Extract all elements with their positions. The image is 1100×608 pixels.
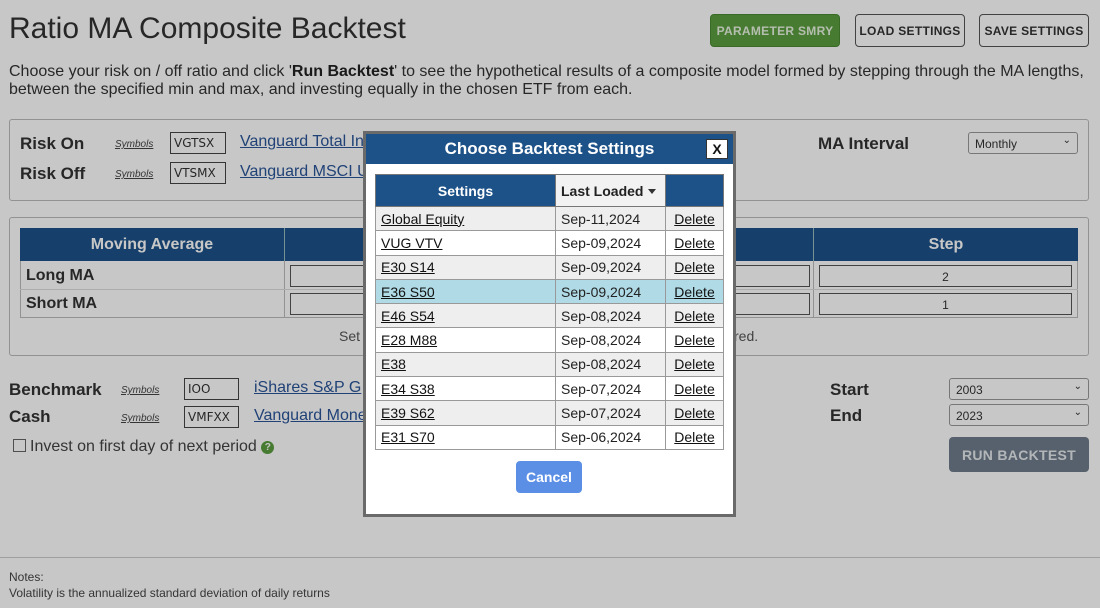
settings-name-link-cell[interactable]: E30 S14	[375, 254, 556, 280]
settings-name-link-cell[interactable]: E31 S70	[375, 424, 556, 450]
last-loaded-date-cell: Sep-07,2024	[555, 376, 666, 402]
settings-name-link-cell[interactable]: E46 S54	[375, 303, 556, 329]
table-row[interactable]: E46 S54 Sep-08,2024 Delete	[375, 303, 724, 329]
table-row[interactable]: E30 S14 Sep-09,2024 Delete	[375, 254, 724, 280]
last-loaded-date-cell: Sep-08,2024	[555, 303, 666, 329]
settings-name-link-cell[interactable]: E28 M88	[375, 327, 556, 353]
delete-link[interactable]: Delete	[674, 429, 714, 445]
delete-link-cell[interactable]: Delete	[665, 278, 724, 305]
last-loaded-date: Sep-07,2024	[561, 405, 642, 422]
settings-name-link-cell[interactable]: E36 S50	[375, 278, 556, 305]
delete-link-cell[interactable]: Delete	[665, 376, 724, 402]
settings-name-link[interactable]: Global Equity	[381, 211, 464, 227]
delete-link-cell[interactable]: Delete	[665, 254, 724, 280]
delete-link-cell[interactable]: Delete	[665, 303, 724, 329]
settings-name-link-cell[interactable]: VUG VTV	[375, 230, 556, 256]
delete-link[interactable]: Delete	[674, 332, 714, 348]
last-loaded-date: Sep-09,2024	[561, 234, 642, 251]
last-loaded-date-cell: Sep-06,2024	[555, 424, 666, 450]
delete-link-cell[interactable]: Delete	[665, 351, 724, 378]
modal-title: Choose Backtest Settings	[366, 134, 733, 164]
last-loaded-date: Sep-07,2024	[561, 380, 642, 397]
settings-name-link[interactable]: E31 S70	[381, 429, 435, 445]
settings-name-link-cell[interactable]: E39 S62	[375, 400, 556, 426]
delete-link-cell[interactable]: Delete	[665, 205, 724, 232]
table-row[interactable]: E34 S38 Sep-07,2024 Delete	[375, 376, 724, 402]
cancel-button[interactable]: Cancel	[516, 461, 582, 493]
settings-column-header[interactable]: Settings	[375, 174, 556, 207]
delete-link-cell[interactable]: Delete	[665, 327, 724, 353]
last-loaded-date: Sep-08,2024	[561, 307, 642, 324]
close-icon[interactable]: X	[706, 139, 728, 159]
delete-link[interactable]: Delete	[674, 405, 714, 421]
last-loaded-column-header[interactable]: Last Loaded	[555, 174, 666, 207]
last-loaded-date: Sep-08,2024	[561, 332, 642, 349]
table-row[interactable]: Global Equity Sep-11,2024 Delete	[375, 205, 724, 232]
action-column-header	[665, 174, 724, 207]
last-loaded-date: Sep-08,2024	[561, 356, 642, 373]
last-loaded-date: Sep-09,2024	[561, 283, 642, 300]
settings-name-link[interactable]: E46 S54	[381, 308, 435, 324]
delete-link[interactable]: Delete	[674, 235, 714, 251]
last-loaded-date-cell: Sep-08,2024	[555, 351, 666, 378]
settings-name-link[interactable]: E36 S50	[381, 284, 435, 300]
last-loaded-date-cell: Sep-09,2024	[555, 230, 666, 256]
delete-link[interactable]: Delete	[674, 259, 714, 275]
last-loaded-date-cell: Sep-09,2024	[555, 278, 666, 305]
choose-settings-modal: Choose Backtest Settings X Settings Last…	[363, 131, 736, 517]
table-row[interactable]: VUG VTV Sep-09,2024 Delete	[375, 230, 724, 256]
delete-link-cell[interactable]: Delete	[665, 230, 724, 256]
delete-link[interactable]: Delete	[674, 381, 714, 397]
settings-name-link-cell[interactable]: Global Equity	[375, 205, 556, 232]
delete-link[interactable]: Delete	[674, 308, 714, 324]
settings-name-link[interactable]: E30 S14	[381, 259, 435, 275]
delete-link[interactable]: Delete	[674, 284, 714, 300]
delete-link[interactable]: Delete	[674, 356, 714, 372]
table-row[interactable]: E38 Sep-08,2024 Delete	[375, 351, 724, 378]
settings-name-link[interactable]: E39 S62	[381, 405, 435, 421]
settings-name-link[interactable]: E28 M88	[381, 332, 437, 348]
settings-name-link-cell[interactable]: E38	[375, 351, 556, 378]
last-loaded-date-cell: Sep-08,2024	[555, 327, 666, 353]
settings-name-link-cell[interactable]: E34 S38	[375, 376, 556, 402]
delete-link-cell[interactable]: Delete	[665, 424, 724, 450]
settings-table: Settings Last Loaded Global Equity Sep-11…	[375, 174, 724, 450]
settings-name-link[interactable]: VUG VTV	[381, 235, 442, 251]
last-loaded-date-cell: Sep-07,2024	[555, 400, 666, 426]
last-loaded-date: Sep-06,2024	[561, 429, 642, 446]
settings-name-link[interactable]: E38	[381, 356, 406, 372]
last-loaded-date-cell: Sep-11,2024	[555, 205, 666, 232]
settings-name-link[interactable]: E34 S38	[381, 381, 435, 397]
table-row[interactable]: E36 S50 Sep-09,2024 Delete	[375, 278, 724, 305]
last-loaded-date: Sep-11,2024	[561, 210, 641, 227]
sort-caret-icon	[648, 188, 657, 194]
table-row[interactable]: E28 M88 Sep-08,2024 Delete	[375, 327, 724, 353]
last-loaded-date: Sep-09,2024	[561, 259, 642, 276]
table-row[interactable]: E39 S62 Sep-07,2024 Delete	[375, 400, 724, 426]
last-loaded-date-cell: Sep-09,2024	[555, 254, 666, 280]
delete-link-cell[interactable]: Delete	[665, 400, 724, 426]
table-row[interactable]: E31 S70 Sep-06,2024 Delete	[375, 424, 724, 450]
delete-link[interactable]: Delete	[674, 211, 714, 227]
